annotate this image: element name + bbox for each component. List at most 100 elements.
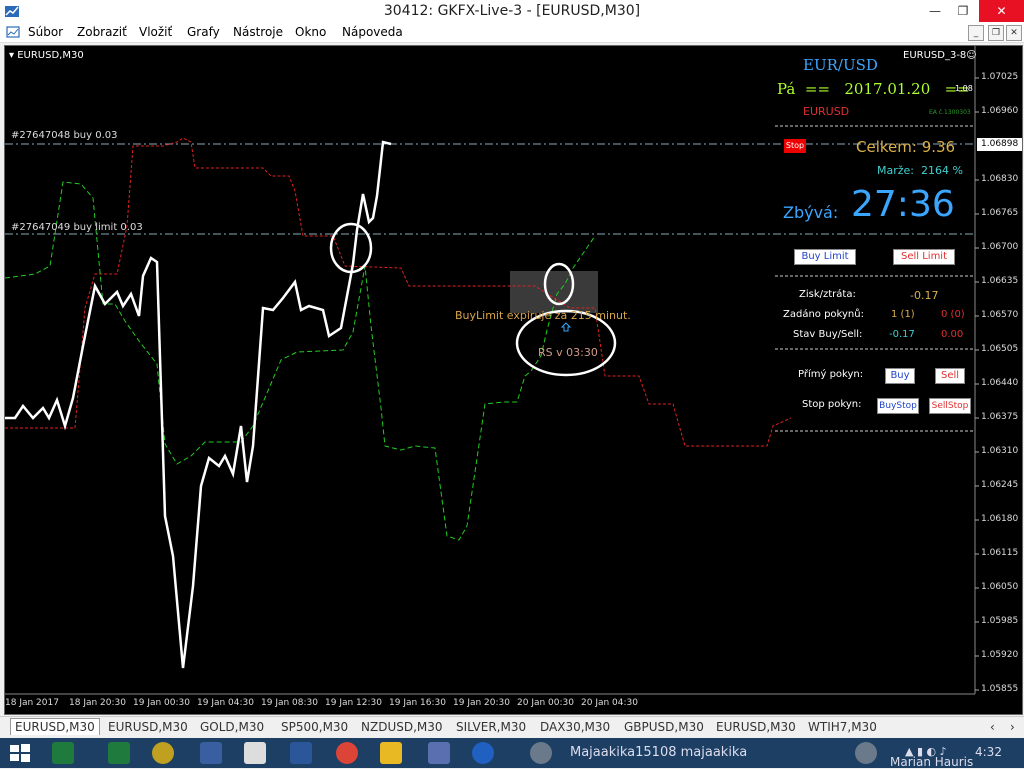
sell-limit-button[interactable]: Sell Limit xyxy=(893,249,955,265)
menu-vlozit[interactable]: Vložiť xyxy=(139,25,172,39)
price-label: 1.06115 xyxy=(981,548,1019,558)
price-label: 1.06440 xyxy=(981,378,1019,388)
menu-okno[interactable]: Okno xyxy=(295,25,326,39)
time-label: 18 Jan 2017 xyxy=(5,698,59,708)
tray-icons[interactable]: ▲ ▮ ◐ ♪ xyxy=(905,745,947,758)
order-line-label[interactable]: #27647049 buy limit 0.03 xyxy=(11,222,143,233)
user-avatar[interactable] xyxy=(855,742,877,764)
zadano-buy: 1 (1) xyxy=(891,309,915,320)
zisk-label: Zisk/ztráta: xyxy=(799,289,856,300)
pair-label: EUR/USD xyxy=(803,56,878,74)
chart-tabs: EURUSD,M30 EURUSD,M30 GOLD,M30 SP500,M30… xyxy=(0,716,1024,737)
restore-button[interactable]: ❐ xyxy=(948,0,978,22)
primy-label: Přímý pokyn: xyxy=(798,369,864,380)
stav-sell: 0.00 xyxy=(941,329,964,340)
windows-start-icon[interactable] xyxy=(8,742,32,764)
minimize-button[interactable]: — xyxy=(920,0,950,22)
window-title: 30412: GKFX-Live-3 - [EURUSD,M30] xyxy=(383,3,641,19)
mdi-close-button[interactable]: ✕ xyxy=(1006,25,1022,41)
price-label: 1.06050 xyxy=(981,582,1019,592)
tab-gbpusd[interactable]: GBPUSD,M30 xyxy=(624,719,704,735)
celkem-line: Celkem: 9.36 xyxy=(856,138,955,156)
chart-area[interactable]: ▾ EURUSD,M30 EURUSD_3-8☺ #27647048 buy 0… xyxy=(4,45,1023,715)
tab-scroll-right-icon[interactable]: › xyxy=(1010,719,1015,735)
mdi-restore-button[interactable]: ❐ xyxy=(988,25,1004,41)
folder-icon[interactable] xyxy=(380,742,402,764)
tab-sp500[interactable]: SP500,M30 xyxy=(281,719,348,735)
word-icon[interactable] xyxy=(290,742,312,764)
time-label: 18 Jan 20:30 xyxy=(69,698,126,708)
symbol-label: EURUSD xyxy=(803,105,850,118)
price-label: 1.07025 xyxy=(981,72,1019,82)
price-label: 1.06830 xyxy=(981,174,1019,184)
menu-icon[interactable] xyxy=(6,25,20,42)
time-label: 19 Jan 04:30 xyxy=(197,698,254,708)
marze-line: Marže: 2164 % xyxy=(877,164,963,177)
time-label: 19 Jan 12:30 xyxy=(325,698,382,708)
price-label: 1.06375 xyxy=(981,412,1019,422)
price-label: 1.06505 xyxy=(981,344,1019,354)
countdown-timer: 27:36 xyxy=(851,184,955,225)
zadano-sell: 0 (0) xyxy=(941,309,965,320)
price-label: 1.06180 xyxy=(981,514,1019,524)
price-label: 1.06635 xyxy=(981,276,1019,286)
date-value: 2017.01.20 xyxy=(844,80,931,98)
sell-button[interactable]: Sell xyxy=(935,368,965,384)
excel-icon[interactable] xyxy=(52,742,74,764)
rs-text: RS v 03:30 xyxy=(538,346,598,359)
tab-gold[interactable]: GOLD,M30 xyxy=(200,719,264,735)
mail-icon[interactable] xyxy=(200,742,222,764)
menu-napoveda[interactable]: Nápoveda xyxy=(342,25,403,39)
app-icon[interactable] xyxy=(472,742,494,764)
stav-label: Stav Buy/Sell: xyxy=(793,329,863,340)
menu-grafy[interactable]: Grafy xyxy=(187,25,220,39)
tab-eurusd-3[interactable]: EURUSD,M30 xyxy=(716,719,796,735)
excel-icon[interactable] xyxy=(108,742,130,764)
menu-bar: Súbor Zobraziť Vložiť Grafy Nástroje Okn… xyxy=(0,22,1024,43)
menu-nastroje[interactable]: Nástroje xyxy=(233,25,283,39)
tab-silver[interactable]: SILVER,M30 xyxy=(456,719,526,735)
tab-scroll-left-icon[interactable]: ‹ xyxy=(990,719,995,735)
price-label: 1.06310 xyxy=(981,446,1019,456)
clock: 4:32 xyxy=(975,745,1002,759)
price-label: 1.06960 xyxy=(981,106,1019,116)
buystop-button[interactable]: BuyStop xyxy=(877,398,919,414)
tab-wtih7[interactable]: WTIH7,M30 xyxy=(808,719,877,735)
taskbar: Majaakika15108 majaakika Marian Hauris ▲… xyxy=(0,738,1024,769)
buy-limit-button[interactable]: Buy Limit xyxy=(794,249,856,265)
time-label: 19 Jan 00:30 xyxy=(133,698,190,708)
time-label: 20 Jan 04:30 xyxy=(581,698,638,708)
close-button[interactable]: ✕ xyxy=(979,0,1024,22)
title-bar: 30412: GKFX-Live-3 - [EURUSD,M30] — ❐ ✕ xyxy=(0,0,1024,22)
date-line: Pá == 2017.01.20 == xyxy=(777,80,970,98)
chrome-icon[interactable] xyxy=(336,742,358,764)
price-label: 1.06570 xyxy=(981,310,1019,320)
ea-panel: EUR/USD Pá == 2017.01.20 == 1.08 EURUSD … xyxy=(773,46,973,446)
sellstop-button[interactable]: SellStop xyxy=(929,398,971,414)
celkem-value: 9.36 xyxy=(921,138,956,156)
app-icon[interactable] xyxy=(152,742,174,764)
app-icon[interactable] xyxy=(428,742,450,764)
menu-zobrazit[interactable]: Zobraziť xyxy=(77,25,127,39)
stav-buy: -0.17 xyxy=(889,329,915,340)
buy-button[interactable]: Buy xyxy=(885,368,915,384)
tab-eurusd-2[interactable]: EURUSD,M30 xyxy=(108,719,188,735)
taskbar-user-text[interactable]: Majaakika15108 majaakika xyxy=(570,745,747,760)
tab-eurusd[interactable]: EURUSD,M30 xyxy=(10,718,100,735)
separator: == xyxy=(804,80,831,98)
tab-dax30[interactable]: DAX30,M30 xyxy=(540,719,610,735)
time-label: 19 Jan 16:30 xyxy=(389,698,446,708)
celkem-label: Celkem: xyxy=(856,138,917,156)
time-label: 19 Jan 08:30 xyxy=(261,698,318,708)
tab-nzdusd[interactable]: NZDUSD,M30 xyxy=(361,719,443,735)
expiry-text: BuyLimit expiruje za 215 minut. xyxy=(455,309,631,322)
time-axis: 18 Jan 2017 18 Jan 20:30 19 Jan 00:30 19… xyxy=(5,698,975,714)
order-line-label[interactable]: #27647048 buy 0.03 xyxy=(11,130,118,141)
user-avatar[interactable] xyxy=(530,742,552,764)
mdi-minimize-button[interactable]: _ xyxy=(968,25,984,41)
price-label: 1.06245 xyxy=(981,480,1019,490)
time-label: 20 Jan 00:30 xyxy=(517,698,574,708)
metatrader-icon[interactable] xyxy=(244,742,266,764)
zbyva-label: Zbývá: xyxy=(783,203,839,222)
menu-subor[interactable]: Súbor xyxy=(28,25,63,39)
